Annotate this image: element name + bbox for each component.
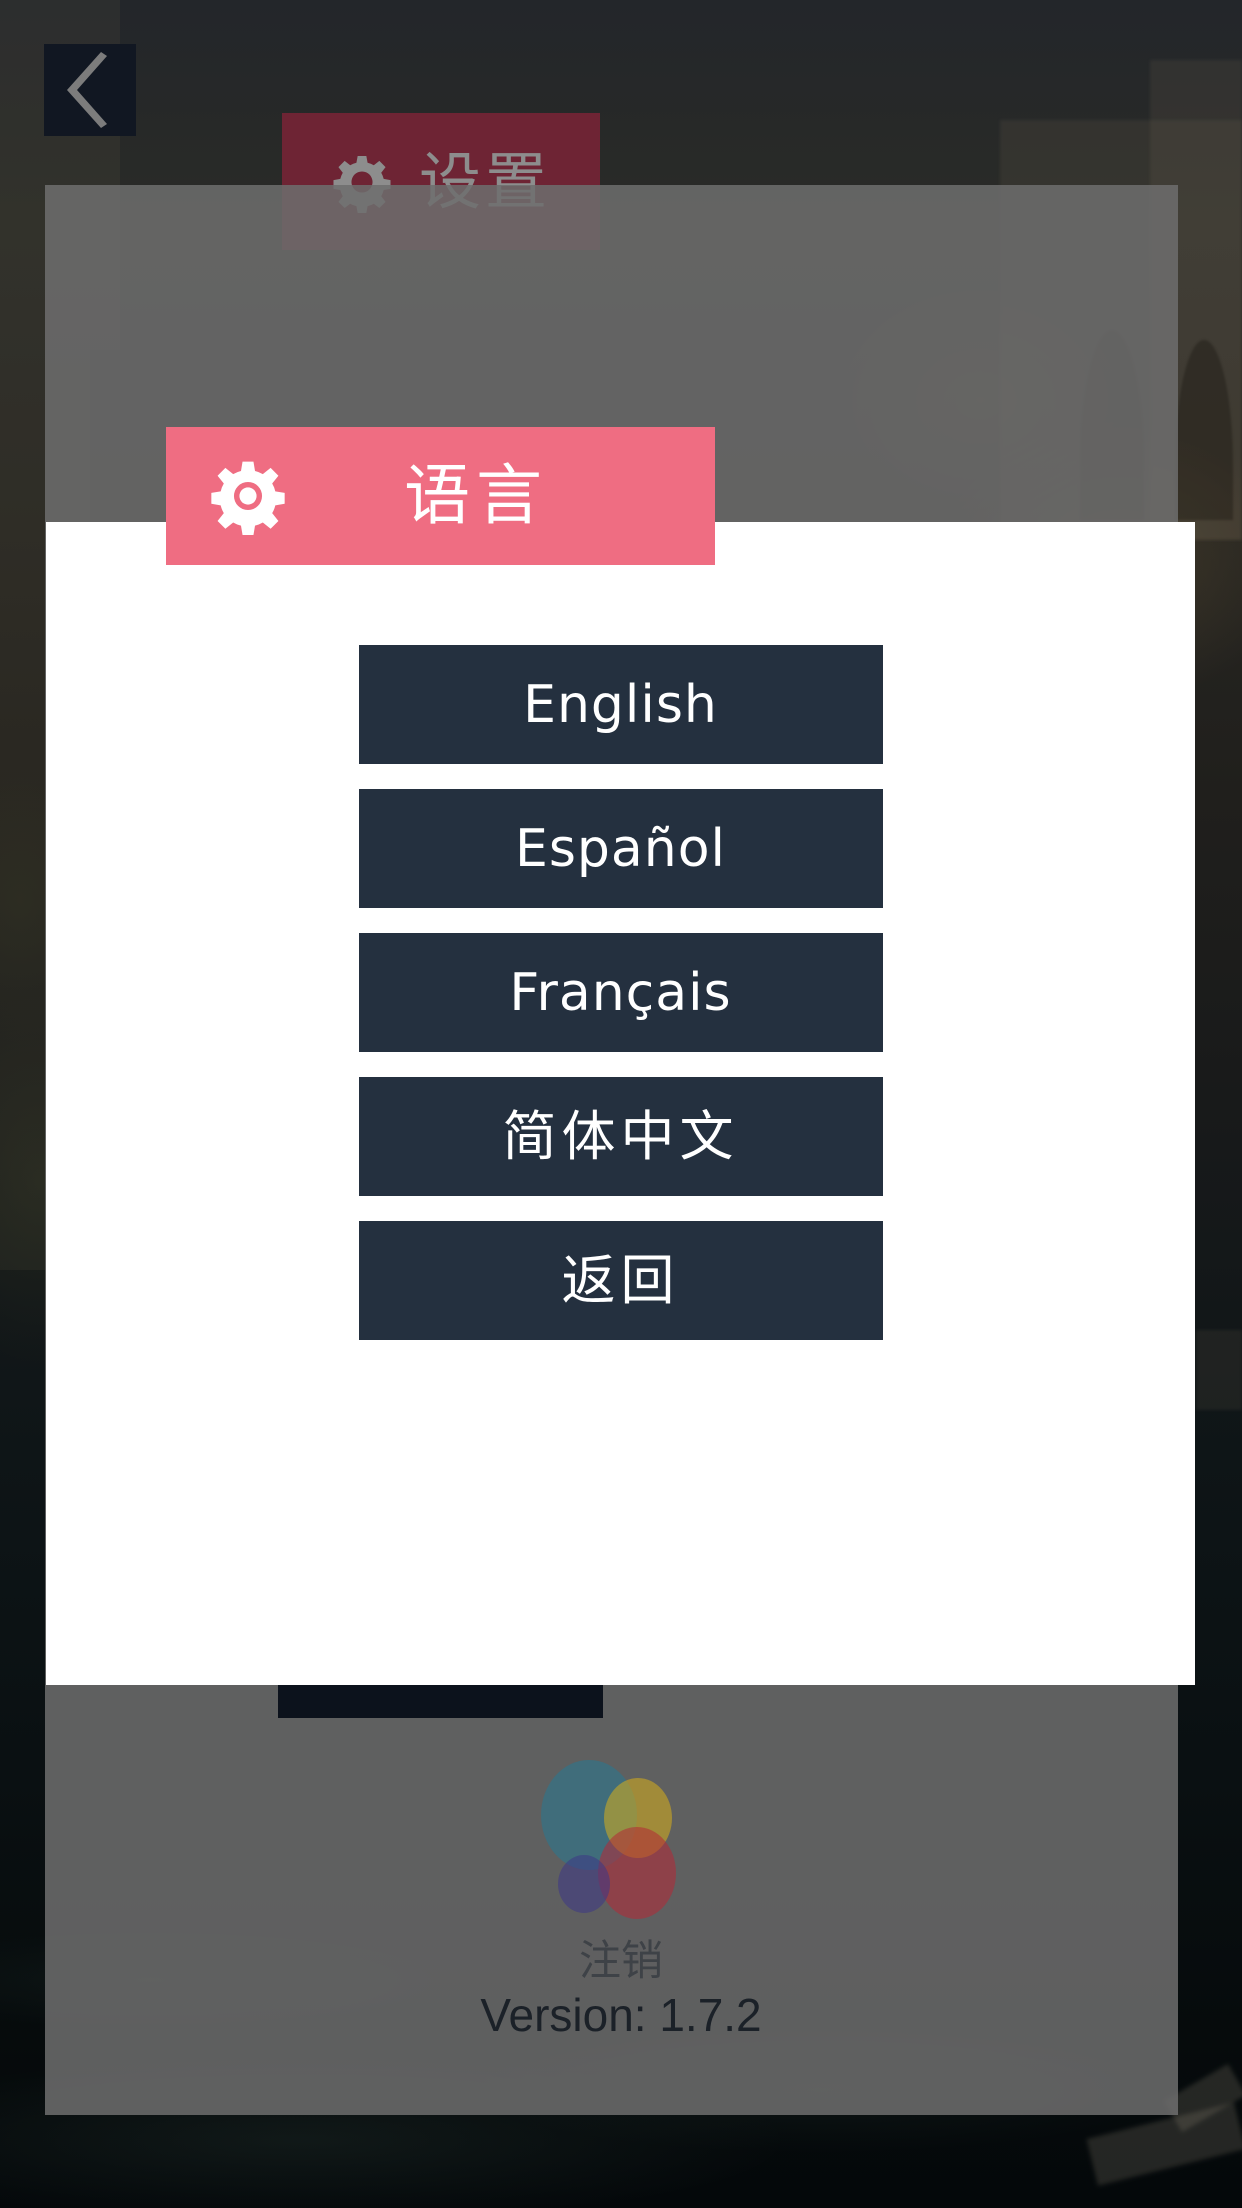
language-dialog-header: 语言 (166, 427, 715, 565)
language-options-list: English Español Français 简体中文 返回 (46, 645, 1195, 1365)
chevron-left-icon (67, 52, 113, 128)
app-logo-icon (536, 1760, 706, 1930)
language-dialog-title: 语言 (404, 457, 548, 534)
language-option-francais[interactable]: Français (358, 933, 883, 1052)
language-option-espanol[interactable]: Español (358, 789, 883, 908)
back-button[interactable] (44, 44, 136, 136)
gear-icon (209, 457, 287, 535)
logout-section[interactable]: 注销 (0, 1760, 1242, 1986)
version-label: Version: 1.7.2 (480, 1989, 762, 2041)
app-screen: 设置 注销 Version: 1.7.2 English Español Fra… (0, 0, 1242, 2208)
settings-list-button-peek (278, 1685, 603, 1718)
language-back-button[interactable]: 返回 (358, 1221, 883, 1340)
language-dialog: English Español Français 简体中文 返回 (46, 522, 1195, 1685)
language-option-chinese[interactable]: 简体中文 (358, 1077, 883, 1196)
logout-label: 注销 (578, 1936, 663, 1985)
language-option-english[interactable]: English (358, 645, 883, 764)
